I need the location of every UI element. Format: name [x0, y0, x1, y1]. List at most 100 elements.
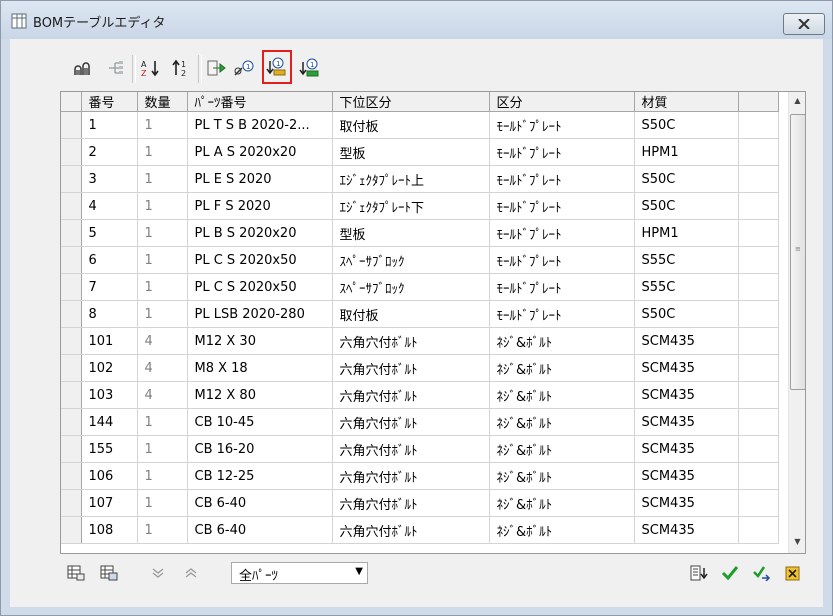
- cell-number[interactable]: 155: [81, 435, 138, 463]
- row-selector[interactable]: [61, 273, 82, 301]
- row-selector[interactable]: [61, 219, 82, 247]
- cell-quantity[interactable]: 1: [137, 273, 188, 301]
- cell-quantity[interactable]: 4: [137, 354, 188, 382]
- table-row[interactable]: 4 1 PL F S 2020 ｴｼﾞｪｸﾀﾌﾟﾚｰﾄ下 ﾓｰﾙﾄﾞﾌﾟﾚｰﾄ S50C: [61, 192, 779, 220]
- close-button[interactable]: [783, 13, 825, 35]
- cell-sub-category[interactable]: ｽﾍﾟｰｻﾌﾞﾛｯｸ: [332, 273, 490, 301]
- table-row[interactable]: 102 4 M8 X 18 六角穴付ﾎﾞﾙﾄ ﾈｼﾞ&ﾎﾞﾙﾄ SCM435: [61, 354, 779, 382]
- cell-material[interactable]: S50C: [634, 192, 739, 220]
- cell-extra[interactable]: [738, 516, 779, 544]
- cell-sub-category[interactable]: 取付板: [332, 300, 490, 328]
- cell-number[interactable]: 3: [81, 165, 138, 193]
- cell-quantity[interactable]: 1: [137, 246, 188, 274]
- cell-number[interactable]: 2: [81, 138, 138, 166]
- row-selector[interactable]: [61, 408, 82, 436]
- table-row[interactable]: 101 4 M12 X 30 六角穴付ﾎﾞﾙﾄ ﾈｼﾞ&ﾎﾞﾙﾄ SCM435: [61, 327, 779, 355]
- cell-quantity[interactable]: 1: [137, 462, 188, 490]
- insert-row-button[interactable]: [66, 563, 86, 583]
- table-row[interactable]: 106 1 CB 12-25 六角穴付ﾎﾞﾙﾄ ﾈｼﾞ&ﾎﾞﾙﾄ SCM435: [61, 462, 779, 490]
- cell-extra[interactable]: [738, 408, 779, 436]
- cell-category[interactable]: ﾈｼﾞ&ﾎﾞﾙﾄ: [489, 327, 635, 355]
- cell-number[interactable]: 1: [81, 111, 138, 139]
- cell-quantity[interactable]: 1: [137, 408, 188, 436]
- cell-part-number[interactable]: CB 10-45: [187, 408, 333, 436]
- cell-number[interactable]: 8: [81, 300, 138, 328]
- column-header-category[interactable]: 区分: [489, 92, 635, 112]
- cell-quantity[interactable]: 1: [137, 192, 188, 220]
- table-row[interactable]: 107 1 CB 6-40 六角穴付ﾎﾞﾙﾄ ﾈｼﾞ&ﾎﾞﾙﾄ SCM435: [61, 489, 779, 517]
- apply-button[interactable]: [752, 563, 772, 583]
- cell-part-number[interactable]: PL C S 2020x50: [187, 273, 333, 301]
- cell-category[interactable]: ﾓｰﾙﾄﾞﾌﾟﾚｰﾄ: [489, 111, 635, 139]
- cell-number[interactable]: 103: [81, 381, 138, 409]
- table-row[interactable]: 155 1 CB 16-20 六角穴付ﾎﾞﾙﾄ ﾈｼﾞ&ﾎﾞﾙﾄ SCM435: [61, 435, 779, 463]
- cell-extra[interactable]: [738, 273, 779, 301]
- cell-material[interactable]: S55C: [634, 273, 739, 301]
- cell-quantity[interactable]: 1: [137, 165, 188, 193]
- cell-number[interactable]: 106: [81, 462, 138, 490]
- cell-material[interactable]: HPM1: [634, 138, 739, 166]
- row-selector[interactable]: [61, 516, 82, 544]
- cell-sub-category[interactable]: 六角穴付ﾎﾞﾙﾄ: [332, 381, 490, 409]
- cell-extra[interactable]: [738, 462, 779, 490]
- move-up-button[interactable]: [181, 563, 201, 583]
- cell-extra[interactable]: [738, 192, 779, 220]
- vertical-scrollbar[interactable]: ▲ ≡ ▼: [788, 92, 805, 553]
- cell-part-number[interactable]: PL C S 2020x50: [187, 246, 333, 274]
- cell-part-number[interactable]: CB 16-20: [187, 435, 333, 463]
- table-row[interactable]: 7 1 PL C S 2020x50 ｽﾍﾟｰｻﾌﾞﾛｯｸ ﾓｰﾙﾄﾞﾌﾟﾚｰﾄ S55C: [61, 273, 779, 301]
- cell-extra[interactable]: [738, 246, 779, 274]
- row-selector[interactable]: [61, 489, 82, 517]
- row-selector[interactable]: [61, 354, 82, 382]
- parts-filter-select[interactable]: 全ﾊﾟｰﾂ ▼: [231, 562, 368, 584]
- cell-category[interactable]: ﾓｰﾙﾄﾞﾌﾟﾚｰﾄ: [489, 246, 635, 274]
- cell-extra[interactable]: [738, 165, 779, 193]
- cell-part-number[interactable]: PL A S 2020x20: [187, 138, 333, 166]
- column-header-material[interactable]: 材質: [634, 92, 739, 112]
- cell-part-number[interactable]: CB 12-25: [187, 462, 333, 490]
- export-button[interactable]: [204, 55, 228, 81]
- cell-number[interactable]: 6: [81, 246, 138, 274]
- table-row[interactable]: 144 1 CB 10-45 六角穴付ﾎﾞﾙﾄ ﾈｼﾞ&ﾎﾞﾙﾄ SCM435: [61, 408, 779, 436]
- sort-az-button[interactable]: A Z: [138, 55, 162, 81]
- row-selector[interactable]: [61, 246, 82, 274]
- cell-part-number[interactable]: PL B S 2020x20: [187, 219, 333, 247]
- import-button[interactable]: [689, 563, 709, 583]
- row-selector[interactable]: [61, 165, 82, 193]
- cell-sub-category[interactable]: ｴｼﾞｪｸﾀﾌﾟﾚｰﾄ上: [332, 165, 490, 193]
- scroll-thumb[interactable]: ≡: [790, 114, 805, 390]
- cell-sub-category[interactable]: 六角穴付ﾎﾞﾙﾄ: [332, 516, 490, 544]
- cell-number[interactable]: 107: [81, 489, 138, 517]
- cell-extra[interactable]: [738, 381, 779, 409]
- cell-extra[interactable]: [738, 138, 779, 166]
- cell-material[interactable]: S50C: [634, 165, 739, 193]
- table-row[interactable]: 3 1 PL E S 2020 ｴｼﾞｪｸﾀﾌﾟﾚｰﾄ上 ﾓｰﾙﾄﾞﾌﾟﾚｰﾄ S50C: [61, 165, 779, 193]
- cell-sub-category[interactable]: 六角穴付ﾎﾞﾙﾄ: [332, 408, 490, 436]
- cell-part-number[interactable]: CB 6-40: [187, 516, 333, 544]
- cell-category[interactable]: ﾓｰﾙﾄﾞﾌﾟﾚｰﾄ: [489, 219, 635, 247]
- cell-sub-category[interactable]: ｴｼﾞｪｸﾀﾌﾟﾚｰﾄ下: [332, 192, 490, 220]
- cell-quantity[interactable]: 4: [137, 327, 188, 355]
- row-selector[interactable]: [61, 381, 82, 409]
- cell-extra[interactable]: [738, 354, 779, 382]
- cell-extra[interactable]: [738, 219, 779, 247]
- cell-number[interactable]: 5: [81, 219, 138, 247]
- table-row[interactable]: 6 1 PL C S 2020x50 ｽﾍﾟｰｻﾌﾞﾛｯｸ ﾓｰﾙﾄﾞﾌﾟﾚｰﾄ S55C: [61, 246, 779, 274]
- cell-material[interactable]: S50C: [634, 111, 739, 139]
- cell-quantity[interactable]: 1: [137, 138, 188, 166]
- cell-sub-category[interactable]: 六角穴付ﾎﾞﾙﾄ: [332, 327, 490, 355]
- cell-material[interactable]: SCM435: [634, 408, 739, 436]
- sort-numeric-button[interactable]: 1 2: [170, 55, 194, 81]
- cell-sub-category[interactable]: 六角穴付ﾎﾞﾙﾄ: [332, 354, 490, 382]
- row-selector[interactable]: [61, 111, 82, 139]
- cell-category[interactable]: ﾓｰﾙﾄﾞﾌﾟﾚｰﾄ: [489, 300, 635, 328]
- cell-number[interactable]: 144: [81, 408, 138, 436]
- cell-sub-category[interactable]: 型板: [332, 219, 490, 247]
- corner-header[interactable]: [61, 92, 82, 112]
- cell-extra[interactable]: [738, 111, 779, 139]
- cell-part-number[interactable]: M8 X 18: [187, 354, 333, 382]
- cell-part-number[interactable]: CB 6-40: [187, 489, 333, 517]
- row-selector[interactable]: [61, 435, 82, 463]
- cell-material[interactable]: SCM435: [634, 489, 739, 517]
- cell-material[interactable]: SCM435: [634, 354, 739, 382]
